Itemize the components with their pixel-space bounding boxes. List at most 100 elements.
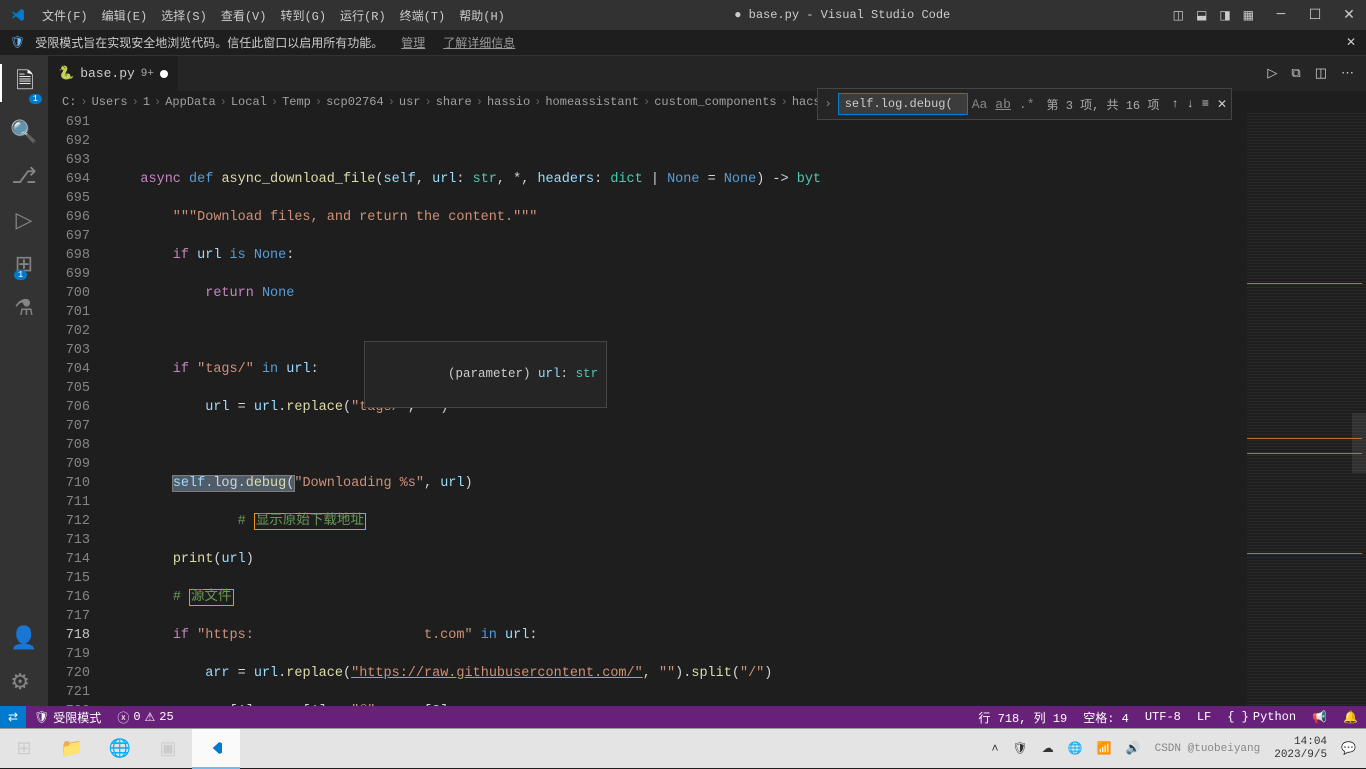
minimize-button[interactable]: ─ [1264, 3, 1298, 28]
menu-bar: 文件(F) 编辑(E) 选择(S) 查看(V) 转到(G) 运行(R) 终端(T… [35, 7, 512, 24]
breadcrumb-seg[interactable]: AppData [165, 95, 215, 109]
breadcrumb-seg[interactable]: share [436, 95, 472, 109]
menu-selection[interactable]: 选择(S) [154, 7, 214, 24]
extensions-badge: 1 [14, 270, 27, 280]
find-close-icon[interactable]: ✕ [1213, 97, 1231, 112]
find-prev-icon[interactable]: ↑ [1167, 97, 1182, 111]
menu-help[interactable]: 帮助(H) [452, 7, 512, 24]
run-button-icon[interactable]: ▷ [1267, 66, 1277, 81]
find-whole-word-icon[interactable]: ab [991, 97, 1015, 112]
minimap[interactable] [1246, 113, 1366, 706]
status-cursor-position[interactable]: 行 718, 列 19 [970, 709, 1075, 726]
breadcrumb-seg[interactable]: custom_components [654, 95, 776, 109]
breadcrumb-seg[interactable]: 1 [143, 95, 150, 109]
title-bar: 文件(F) 编辑(E) 选择(S) 查看(V) 转到(G) 运行(R) 终端(T… [0, 0, 1366, 30]
menu-run[interactable]: 运行(R) [333, 7, 393, 24]
breadcrumb-seg[interactable]: Users [92, 95, 128, 109]
breadcrumb-seg[interactable]: C: [62, 95, 76, 109]
menu-file[interactable]: 文件(F) [35, 7, 95, 24]
breadcrumb-seg[interactable]: scp02764 [326, 95, 384, 109]
menu-edit[interactable]: 编辑(E) [95, 7, 155, 24]
status-language[interactable]: { }Python [1219, 709, 1304, 726]
banner-close-icon[interactable]: ✕ [1346, 35, 1356, 50]
status-eol[interactable]: LF [1189, 709, 1219, 726]
shield-icon: 🛡 [34, 710, 49, 725]
menu-terminal[interactable]: 终端(T) [393, 7, 453, 24]
tab-base-py[interactable]: 🐍 base.py 9+ [48, 56, 179, 91]
breadcrumb-seg[interactable]: homeassistant [545, 95, 639, 109]
editor-tabs: 🐍 base.py 9+ ▷ ⧉ ◫ ⋯ [48, 56, 1366, 91]
breadcrumb-seg[interactable]: hassio [487, 95, 530, 109]
breadcrumb-seg[interactable]: Temp [282, 95, 311, 109]
remote-indicator[interactable]: ⇄ [0, 706, 26, 728]
split-editor-icon[interactable]: ◫ [1315, 66, 1327, 81]
search-icon[interactable]: 🔍 [10, 120, 37, 146]
toggle-primary-sidebar-icon[interactable]: ◫ [1173, 8, 1184, 23]
vscode-taskbar-button[interactable] [192, 729, 240, 769]
tray-chevron-icon[interactable]: ˄ [991, 742, 998, 756]
find-match-case-icon[interactable]: Aa [968, 97, 992, 112]
status-notifications-icon[interactable]: 🔔 [1335, 709, 1366, 726]
source-control-icon[interactable]: ⎇ [11, 164, 36, 190]
find-next-icon[interactable]: ↓ [1183, 97, 1198, 111]
banner-learn-link[interactable]: 了解详细信息 [443, 34, 515, 51]
restricted-mode-banner: 🛡 受限模式旨在实现安全地浏览代码。信任此窗口以启用所有功能。 管理 了解详细信… [0, 30, 1366, 56]
run-debug-icon[interactable]: ▷ [16, 208, 33, 234]
settings-gear-icon[interactable]: ⚙ [10, 670, 37, 696]
windows-taskbar: ⊞ 📁 🌐 ▣ ˄ 🛡 ☁ 🌐 📶 🔊 CSDN @tuobeiyang 14:… [0, 728, 1366, 768]
system-clock[interactable]: 14:04 2023/9/5 [1274, 736, 1327, 762]
code-editor[interactable]: 6916926936946956966976986997007017027037… [48, 113, 1366, 706]
tray-onedrive-icon[interactable]: ☁ [1042, 741, 1054, 756]
menu-view[interactable]: 查看(V) [214, 7, 274, 24]
activity-bar: 🗎1 🔍 ⎇ ▷ ⊞1 ⚗ 👤 ⚙ [0, 56, 48, 706]
layout-controls: ◫ ⬓ ◨ ▦ [1173, 8, 1264, 23]
find-toggle-replace-icon[interactable]: › [818, 97, 837, 111]
close-window-button[interactable]: ✕ [1332, 3, 1366, 28]
banner-manage-link[interactable]: 管理 [401, 34, 425, 51]
app-button[interactable]: ▣ [144, 729, 192, 769]
breadcrumb-seg[interactable]: usr [399, 95, 421, 109]
python-file-icon: 🐍 [58, 66, 74, 81]
tray-security-icon[interactable]: 🛡 [1013, 741, 1028, 756]
diff-icon[interactable]: ⧉ [1291, 66, 1300, 81]
vscode-logo-icon [0, 7, 35, 23]
toggle-panel-icon[interactable]: ⬓ [1196, 8, 1207, 23]
watermark-text: CSDN @tuobeiyang [1155, 743, 1261, 755]
chrome-button[interactable]: 🌐 [96, 729, 144, 769]
breadcrumb-seg[interactable]: Local [231, 95, 267, 109]
testing-icon[interactable]: ⚗ [14, 296, 34, 322]
customize-layout-icon[interactable]: ▦ [1243, 8, 1254, 23]
tab-modifier: 9+ [141, 68, 154, 80]
accounts-icon[interactable]: 👤 [10, 626, 37, 652]
explorer-icon[interactable]: 🗎1 [0, 64, 48, 102]
extensions-icon[interactable]: ⊞1 [15, 252, 33, 278]
start-button[interactable]: ⊞ [0, 729, 48, 769]
find-in-selection-icon[interactable]: ≡ [1198, 97, 1213, 111]
curly-braces-icon: { } [1227, 710, 1249, 724]
find-input[interactable] [838, 93, 968, 115]
status-problems[interactable]: ⓧ0 ⚠25 [109, 709, 181, 726]
tray-network-icon[interactable]: 🌐 [1068, 741, 1083, 756]
find-regex-icon[interactable]: .* [1015, 97, 1039, 112]
code-content[interactable]: async def async_download_file(self, url:… [108, 113, 1246, 706]
banner-text: 受限模式旨在实现安全地浏览代码。信任此窗口以启用所有功能。 [35, 34, 383, 51]
status-encoding[interactable]: UTF-8 [1137, 709, 1189, 726]
minimap-viewport[interactable] [1352, 413, 1366, 473]
status-restricted-mode[interactable]: 🛡受限模式 [26, 709, 109, 726]
tray-volume-icon[interactable]: 🔊 [1126, 741, 1141, 756]
line-numbers: 6916926936946956966976986997007017027037… [48, 113, 108, 706]
tray-notifications-icon[interactable]: 💬 [1341, 741, 1356, 756]
menu-go[interactable]: 转到(G) [273, 7, 333, 24]
file-explorer-button[interactable]: 📁 [48, 729, 96, 769]
more-actions-icon[interactable]: ⋯ [1341, 66, 1354, 81]
find-widget[interactable]: › Aa ab .* 第 3 项, 共 16 项 ↑ ↓ ≡ ✕ [817, 88, 1232, 120]
breadcrumb-seg[interactable]: hacs [792, 95, 821, 109]
find-result-count: 第 3 项, 共 16 项 [1039, 96, 1168, 113]
status-indentation[interactable]: 空格: 4 [1075, 709, 1137, 726]
status-feedback-icon[interactable]: 📢 [1304, 709, 1335, 726]
status-bar: ⇄ 🛡受限模式 ⓧ0 ⚠25 行 718, 列 19 空格: 4 UTF-8 L… [0, 706, 1366, 728]
toggle-secondary-sidebar-icon[interactable]: ◨ [1219, 8, 1230, 23]
error-icon: ⓧ [117, 709, 129, 726]
maximize-button[interactable]: ☐ [1298, 3, 1332, 28]
tray-wifi-icon[interactable]: 📶 [1097, 741, 1112, 756]
